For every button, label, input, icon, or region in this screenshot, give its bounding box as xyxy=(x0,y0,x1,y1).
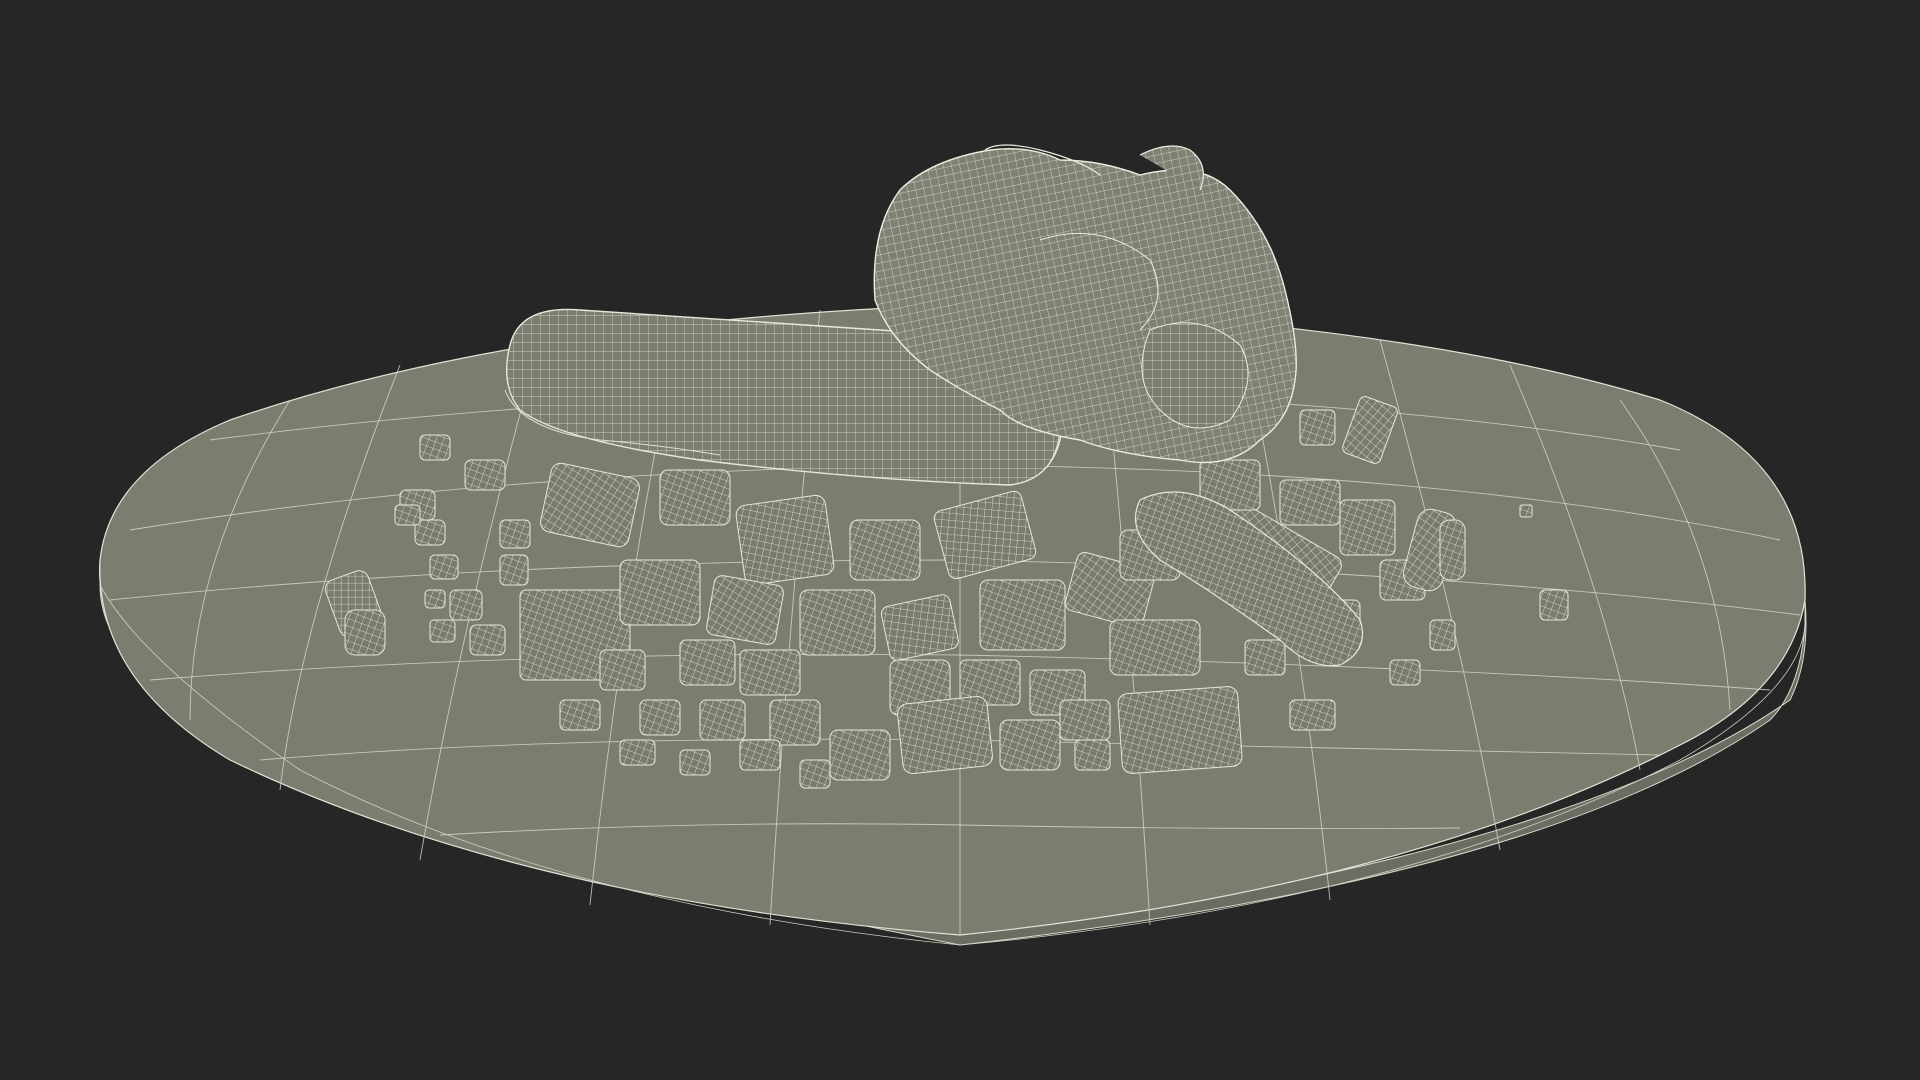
3d-wireframe-viewport xyxy=(0,0,1920,1080)
wireframe-render xyxy=(98,144,1807,946)
